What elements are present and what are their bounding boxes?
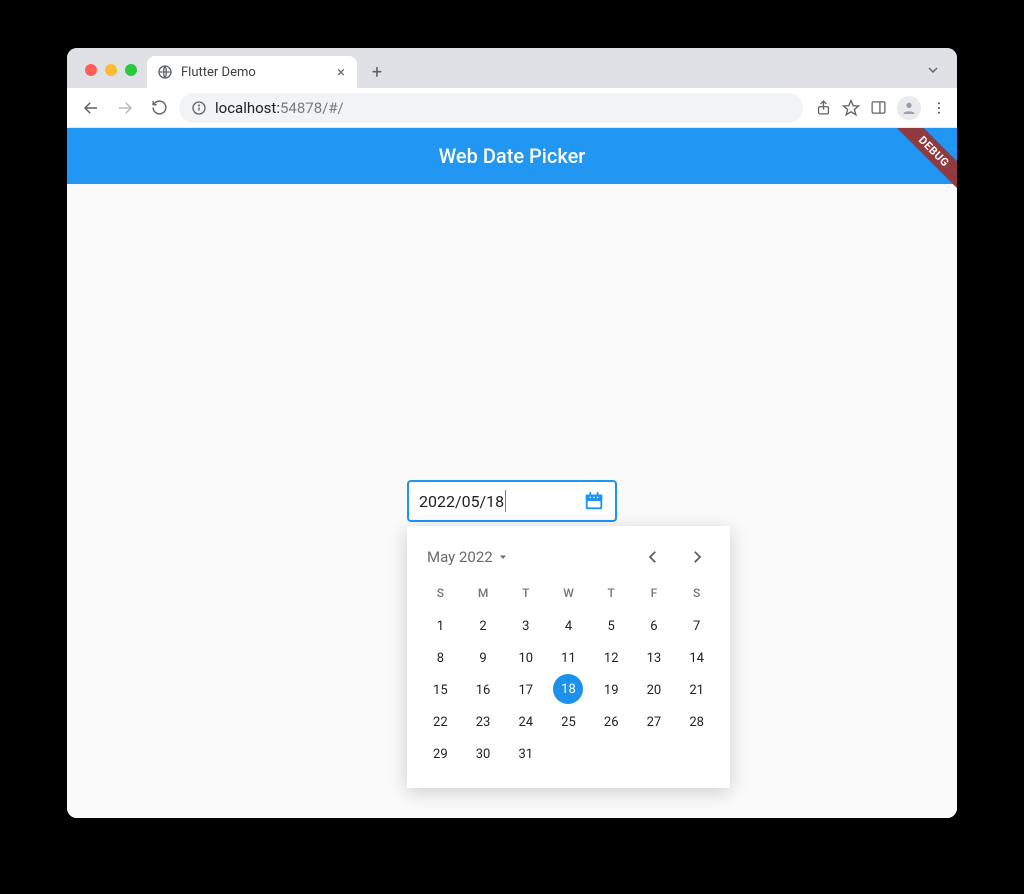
tab-strip: Flutter Demo × + bbox=[67, 48, 957, 88]
calendar-grid: SMTWTFS123456789101112131415161718192021… bbox=[419, 580, 718, 770]
calendar-day[interactable]: 18 bbox=[553, 674, 583, 704]
close-window-button[interactable] bbox=[85, 64, 97, 76]
day-of-week-header: S bbox=[419, 580, 462, 610]
kebab-menu-icon[interactable] bbox=[931, 100, 947, 116]
calendar-day[interactable]: 26 bbox=[604, 706, 619, 738]
calendar-day[interactable]: 8 bbox=[437, 642, 444, 674]
panel-icon[interactable] bbox=[870, 99, 887, 116]
url-text: localhost:54878/#/ bbox=[215, 99, 344, 117]
text-cursor bbox=[505, 490, 506, 512]
calendar-day[interactable]: 3 bbox=[522, 610, 529, 642]
calendar-day[interactable]: 19 bbox=[604, 674, 619, 706]
calendar-day[interactable]: 31 bbox=[518, 738, 533, 770]
calendar-day[interactable]: 6 bbox=[650, 610, 657, 642]
calendar-day[interactable]: 10 bbox=[518, 642, 533, 674]
day-of-week-header: S bbox=[675, 580, 718, 610]
day-of-week-header: M bbox=[462, 580, 505, 610]
date-input[interactable]: 2022/05/18 bbox=[407, 480, 617, 522]
next-month-button[interactable] bbox=[684, 544, 710, 570]
prev-month-button[interactable] bbox=[640, 544, 666, 570]
calendar-day[interactable]: 9 bbox=[479, 642, 486, 674]
calendar-day[interactable]: 7 bbox=[693, 610, 700, 642]
calendar-day[interactable]: 17 bbox=[518, 674, 533, 706]
app-bar: Web Date Picker bbox=[67, 128, 957, 184]
back-button[interactable] bbox=[77, 94, 105, 122]
app-title: Web Date Picker bbox=[439, 144, 586, 168]
body-area: 2022/05/18 May 2022 bbox=[67, 184, 957, 818]
calendar-day[interactable]: 11 bbox=[561, 642, 576, 674]
new-tab-button[interactable]: + bbox=[363, 58, 391, 86]
calendar-day[interactable]: 21 bbox=[689, 674, 704, 706]
calendar-header: May 2022 bbox=[419, 540, 718, 580]
day-of-week-header: T bbox=[590, 580, 633, 610]
month-year-button[interactable]: May 2022 bbox=[427, 548, 509, 566]
date-input-value: 2022/05/18 bbox=[419, 492, 504, 511]
calendar-day[interactable]: 12 bbox=[604, 642, 619, 674]
calendar-day[interactable]: 24 bbox=[518, 706, 533, 738]
calendar-day[interactable]: 28 bbox=[689, 706, 704, 738]
share-icon[interactable] bbox=[815, 99, 832, 116]
dropdown-triangle-icon bbox=[497, 551, 509, 563]
chevron-left-icon bbox=[644, 548, 662, 566]
bookmark-icon[interactable] bbox=[842, 99, 860, 117]
tab-title: Flutter Demo bbox=[181, 65, 256, 80]
site-info-icon[interactable] bbox=[191, 100, 207, 116]
day-of-week-header: F bbox=[633, 580, 676, 610]
forward-button[interactable] bbox=[111, 94, 139, 122]
calendar-day[interactable]: 30 bbox=[476, 738, 491, 770]
calendar-day[interactable]: 22 bbox=[433, 706, 448, 738]
browser-tab[interactable]: Flutter Demo × bbox=[147, 56, 357, 88]
calendar-day[interactable]: 14 bbox=[689, 642, 704, 674]
reload-button[interactable] bbox=[145, 94, 173, 122]
tabs-dropdown-button[interactable] bbox=[925, 62, 945, 88]
profile-button[interactable] bbox=[897, 96, 921, 120]
chevron-right-icon bbox=[688, 548, 706, 566]
calendar-day[interactable]: 25 bbox=[561, 706, 576, 738]
day-of-week-header: T bbox=[504, 580, 547, 610]
browser-window: Flutter Demo × + localhost:54878/#/ bbox=[67, 48, 957, 818]
calendar-day[interactable]: 13 bbox=[647, 642, 662, 674]
calendar-day[interactable]: 23 bbox=[476, 706, 491, 738]
calendar-icon[interactable] bbox=[583, 490, 605, 512]
day-of-week-header: W bbox=[547, 580, 590, 610]
calendar-day[interactable]: 1 bbox=[437, 610, 444, 642]
browser-toolbar: localhost:54878/#/ bbox=[67, 88, 957, 128]
maximize-window-button[interactable] bbox=[125, 64, 137, 76]
toolbar-right bbox=[815, 96, 947, 120]
address-bar[interactable]: localhost:54878/#/ bbox=[179, 93, 803, 123]
calendar-day[interactable]: 16 bbox=[476, 674, 491, 706]
calendar-day[interactable]: 29 bbox=[433, 738, 448, 770]
calendar-popup: May 2022 SMTWTFS123456789101112131415161… bbox=[407, 526, 730, 788]
calendar-day[interactable]: 5 bbox=[608, 610, 615, 642]
calendar-day[interactable]: 4 bbox=[565, 610, 572, 642]
calendar-day[interactable]: 27 bbox=[647, 706, 662, 738]
app-content: Web Date Picker DEBUG 2022/05/18 bbox=[67, 128, 957, 818]
close-tab-button[interactable]: × bbox=[335, 63, 347, 82]
calendar-day[interactable]: 20 bbox=[647, 674, 662, 706]
window-controls bbox=[79, 64, 147, 88]
calendar-day[interactable]: 15 bbox=[433, 674, 448, 706]
globe-icon bbox=[157, 64, 173, 80]
minimize-window-button[interactable] bbox=[105, 64, 117, 76]
calendar-day[interactable]: 2 bbox=[479, 610, 486, 642]
month-year-label: May 2022 bbox=[427, 548, 493, 566]
